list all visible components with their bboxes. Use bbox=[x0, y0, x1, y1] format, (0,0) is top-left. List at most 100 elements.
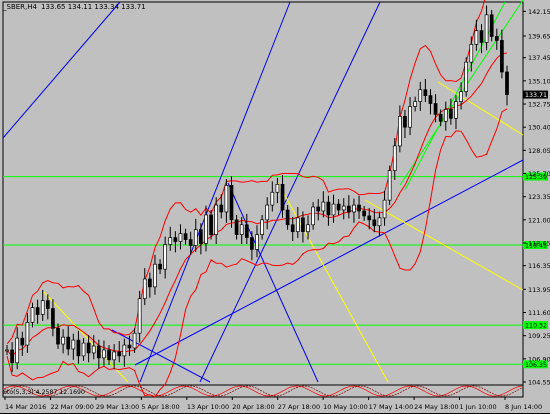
x-tick-label: 24 May 18:00 bbox=[414, 403, 459, 411]
candle-body bbox=[449, 109, 453, 119]
candle-body bbox=[183, 233, 188, 240]
candle-body bbox=[188, 239, 193, 246]
x-tick-label: 5 Apr 18:00 bbox=[141, 403, 179, 411]
candle-body bbox=[229, 184, 234, 221]
y-tick-label: 135.10 bbox=[528, 77, 550, 85]
candle-body bbox=[392, 145, 397, 171]
x-tick-label: 20 Apr 18:00 bbox=[232, 403, 274, 411]
price-chart[interactable]: 125.39118.45110.32106.35 142.15 139.65 137… bbox=[0, 0, 550, 413]
y-tick-label: 139.65 bbox=[528, 33, 550, 41]
candle-body bbox=[270, 191, 275, 206]
candle-body bbox=[290, 224, 295, 233]
candle-body bbox=[352, 204, 356, 213]
plot-border bbox=[2, 1, 524, 398]
candle-body bbox=[408, 106, 412, 128]
candle-body bbox=[30, 307, 35, 323]
y-tick-label: 121.00 bbox=[528, 216, 550, 224]
x-tick-label: 1 Jun 10:00 bbox=[460, 403, 497, 411]
y-tick-label: 109.25 bbox=[528, 332, 550, 340]
candle-body bbox=[280, 184, 285, 211]
candle-body bbox=[209, 214, 213, 235]
candle-body bbox=[214, 204, 219, 235]
candle-body bbox=[234, 219, 239, 235]
candle-body bbox=[275, 184, 280, 193]
candles bbox=[5, 5, 509, 373]
y-tick-label: 128.05 bbox=[528, 147, 550, 155]
candle-body bbox=[107, 349, 111, 361]
y-tick-label: 111.60 bbox=[528, 309, 550, 317]
y-tick-label: 104.55 bbox=[528, 379, 550, 387]
current-price-label: 133.71 bbox=[525, 92, 547, 99]
level-label: 110.32 bbox=[525, 323, 547, 330]
indicator-label: Sto(5,3,3) 4.2587 12.1690 bbox=[3, 389, 85, 396]
x-tick-label: 13 Apr 10:00 bbox=[187, 403, 229, 411]
trend-line bbox=[2, 1, 121, 139]
x-tick-label: 22 Mar 09:00 bbox=[50, 403, 93, 411]
trend-line bbox=[111, 329, 211, 383]
y-tick-label: 142.15 bbox=[528, 8, 550, 16]
candle-body bbox=[489, 14, 494, 37]
candle-body bbox=[127, 344, 132, 349]
bollinger-upper bbox=[6, 0, 486, 345]
candle-body bbox=[398, 115, 402, 147]
candle-body bbox=[346, 205, 351, 213]
candle-body bbox=[382, 199, 387, 219]
candle-body bbox=[86, 342, 91, 354]
candle-body bbox=[311, 206, 315, 226]
timeframe-value: H4 bbox=[27, 3, 37, 11]
candle-body bbox=[35, 307, 40, 315]
candle-body bbox=[173, 237, 178, 242]
candle-body bbox=[250, 237, 254, 250]
candle-body bbox=[265, 204, 270, 221]
candle-body bbox=[81, 342, 86, 357]
candle-body bbox=[377, 217, 382, 227]
x-tick-label: 8 Jun 14:00 bbox=[505, 403, 542, 411]
candle-body bbox=[168, 237, 173, 245]
candle-body bbox=[484, 14, 489, 43]
candle-body bbox=[336, 203, 341, 211]
candle-body bbox=[295, 217, 300, 233]
candle-body bbox=[316, 206, 321, 212]
candle-body bbox=[459, 91, 463, 102]
candle-body bbox=[357, 204, 361, 212]
candle-body bbox=[193, 229, 198, 246]
candle-body bbox=[454, 101, 458, 119]
candle-body bbox=[142, 278, 147, 300]
x-tick-label: 27 Apr 18:00 bbox=[278, 403, 320, 411]
candle-body bbox=[71, 339, 76, 350]
y-tick-label: 123.35 bbox=[528, 193, 550, 201]
candle-body bbox=[433, 103, 438, 115]
candle-body bbox=[40, 300, 45, 315]
x-tick-label: 17 May 14:00 bbox=[369, 403, 414, 411]
candle-body bbox=[341, 205, 346, 211]
candle-body bbox=[219, 204, 224, 213]
x-tick-label: 29 Mar 13:00 bbox=[96, 403, 139, 411]
candle-body bbox=[418, 89, 423, 102]
candle-body bbox=[25, 322, 30, 346]
candle-body bbox=[163, 244, 168, 270]
candle-body bbox=[112, 351, 116, 361]
candle-body bbox=[474, 30, 479, 45]
candle-body bbox=[331, 203, 336, 216]
candle-body bbox=[178, 233, 183, 242]
ohlc-values: 133.65 134.11 133.34 133.71 bbox=[41, 3, 146, 11]
candle-body bbox=[428, 95, 433, 104]
candle-body bbox=[367, 215, 372, 221]
chart-header: _SBER,H4 133.65 134.11 133.34 133.71 bbox=[2, 3, 146, 11]
trend-line bbox=[227, 182, 319, 383]
candle-body bbox=[56, 327, 60, 345]
y-tick-label: 125.70 bbox=[528, 170, 550, 178]
candle-body bbox=[403, 115, 407, 128]
candle-body bbox=[285, 209, 290, 226]
candle-body bbox=[66, 336, 71, 350]
candle-body bbox=[306, 224, 310, 233]
candle-body bbox=[5, 349, 9, 352]
y-tick-label: 113.95 bbox=[528, 286, 550, 294]
candle-body bbox=[362, 210, 366, 217]
axes: 142.15 139.65 137.45 135.10 132.75 130.40 128.… bbox=[4, 8, 550, 411]
candle-body bbox=[423, 89, 428, 96]
candle-body bbox=[438, 114, 443, 122]
candle-body bbox=[372, 219, 377, 227]
candle-body bbox=[321, 201, 326, 212]
candle-body bbox=[224, 184, 229, 213]
